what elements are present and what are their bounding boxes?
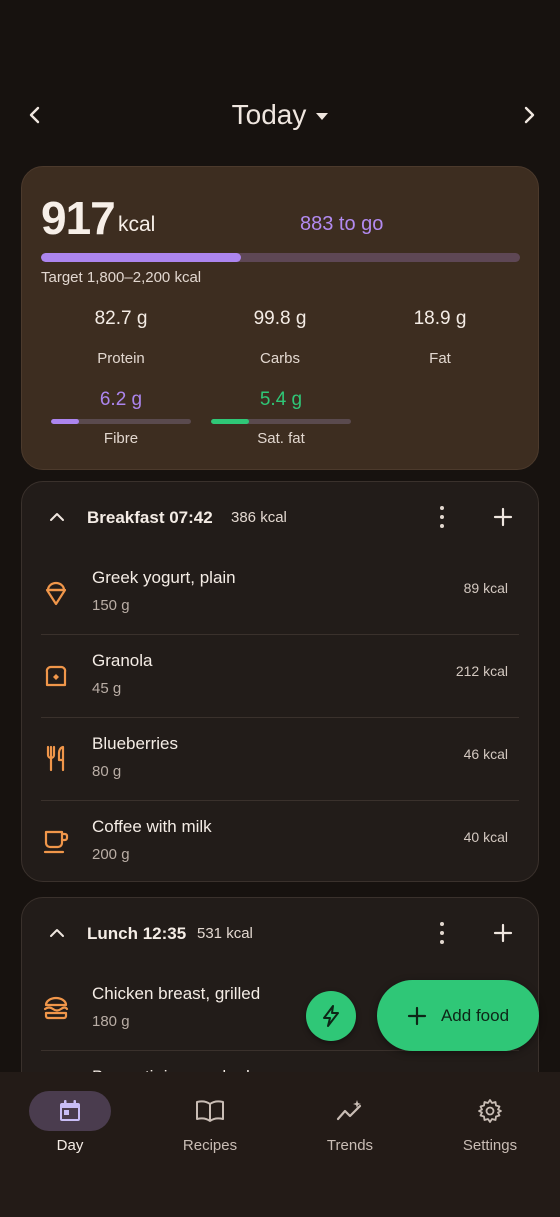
mini-sat-fat: 5.4 g Sat. fat [211,389,351,447]
trends-icon [336,1100,362,1121]
food-name: Blueberries [92,734,178,753]
utensils-icon [46,745,65,772]
macro-value: 99.8 g [253,308,307,329]
food-row[interactable]: Blueberries 80 g 46 kcal [41,718,519,801]
food-row[interactable]: Greek yogurt, plain 150 g 89 kcal [41,552,519,635]
meal-header: Breakfast 07:42 386 kcal [22,482,538,552]
nav-item-trends[interactable]: Trends [280,1072,420,1217]
calorie-target: Target 1,800–2,200 kcal [41,269,202,286]
food-name: Granola [92,651,153,670]
food-kcal: 89 kcal [463,580,508,596]
date-title: Today [231,99,307,130]
add-item-button[interactable] [492,922,514,944]
calendar-icon [60,1100,80,1121]
nav-label: Trends [326,1137,374,1154]
meal-title: Breakfast 07:42 [87,508,213,527]
previous-day-button[interactable] [20,100,50,130]
calories-consumed: 917 [41,192,116,244]
macro-label: Carbs [259,350,300,367]
date-selector[interactable]: Today [232,99,329,131]
macro-protein: 82.7 g Protein [41,308,201,367]
nav-pill [169,1091,251,1131]
daily-summary-card: 917 kcal 883 to go Target 1,800–2,200 kc… [21,166,539,470]
calorie-progress-bar [41,253,520,262]
mini-label: Fibre [103,430,139,447]
food-kcal: 212 kcal [455,663,508,679]
nav-label: Settings [462,1137,518,1154]
date-header: Today [0,90,560,140]
meal-card-breakfast: Breakfast 07:42 386 kcal Greek yogurt, p… [21,481,539,882]
more-options-button[interactable] [430,920,454,946]
nav-pill [309,1091,391,1131]
mini-value: 6.2 g [99,389,143,410]
meal-title: Lunch 12:35 [87,924,187,943]
nav-item-day[interactable]: Day [0,1072,140,1217]
book-icon [196,1100,224,1122]
meal-kcal: 386 kcal [231,509,287,526]
bottom-navigation: Day Recipes Trends Settings [0,1072,560,1217]
next-day-button[interactable] [514,100,544,130]
food-name: Greek yogurt, plain [92,568,236,587]
lightning-icon [323,1005,339,1027]
nav-pill [449,1091,531,1131]
macro-carbs: 99.8 g Carbs [200,308,360,367]
food-row[interactable]: Granola 45 g 212 kcal [41,635,519,718]
food-amount: 180 g [92,1013,130,1030]
sat-fat-progress-bar [211,419,351,424]
macro-label: Protein [97,350,145,367]
food-row[interactable]: Coffee with milk 200 g 40 kcal [41,801,519,881]
food-amount: 150 g [92,597,130,614]
ice-cream-icon [45,581,67,606]
bread-icon [45,665,67,687]
food-amount: 45 g [92,680,122,697]
fibre-progress-bar [51,419,191,424]
calorie-progress-fill [41,253,241,262]
food-kcal: 40 kcal [463,829,508,845]
macro-label: Fat [429,350,451,367]
fibre-progress-fill [51,419,79,424]
quick-add-button[interactable] [306,991,356,1041]
calories-unit: kcal [118,213,156,236]
nav-item-recipes[interactable]: Recipes [140,1072,280,1217]
chevron-up-icon[interactable] [46,922,68,944]
chevron-left-icon [29,106,40,124]
meal-header: Lunch 12:35 531 kcal [22,898,538,968]
macro-value: 18.9 g [413,308,467,329]
food-amount: 80 g [92,763,122,780]
calories-remaining: 883 to go [300,213,384,235]
more-options-button[interactable] [430,504,454,530]
mini-value: 5.4 g [259,389,303,410]
coffee-icon [43,830,69,854]
food-name: Chicken breast, grilled [92,984,261,1003]
food-name: Coffee with milk [92,817,212,836]
add-food-button[interactable]: Add food [377,980,539,1051]
nav-pill [29,1091,111,1131]
meal-kcal: 531 kcal [197,925,253,942]
add-item-button[interactable] [492,506,514,528]
nav-item-settings[interactable]: Settings [420,1072,560,1217]
chevron-right-icon [524,106,535,124]
macro-fat: 18.9 g Fat [360,308,520,367]
nav-label: Day [56,1137,84,1154]
burger-icon [43,996,69,1020]
plus-icon [407,1006,427,1025]
food-kcal: 46 kcal [463,746,508,762]
gear-icon [478,1099,502,1123]
nav-label: Recipes [182,1137,238,1154]
add-food-label: Add food [440,1005,510,1025]
caret-down-icon [316,112,329,120]
macro-value: 82.7 g [94,308,148,329]
sat-fat-progress-fill [211,419,249,424]
mini-fibre: 6.2 g Fibre [51,389,191,447]
mini-label: Sat. fat [257,430,305,447]
chevron-up-icon[interactable] [46,506,68,528]
food-amount: 200 g [92,846,130,863]
